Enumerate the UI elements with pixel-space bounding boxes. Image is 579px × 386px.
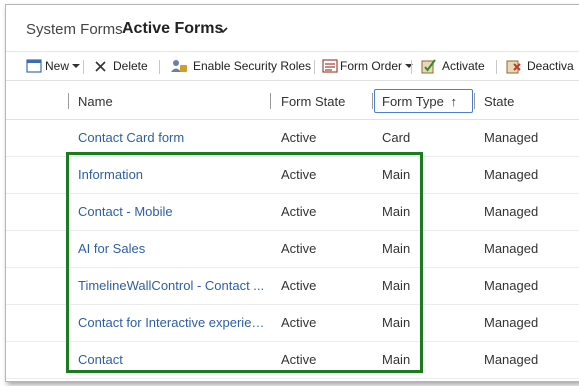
- page-header: System Forms Active Forms: [6, 5, 579, 52]
- deactivate-button[interactable]: Deactiva: [505, 52, 574, 80]
- column-header-form-type[interactable]: Form Type ↑: [382, 94, 457, 109]
- form-order-label: Form Order: [340, 59, 403, 73]
- column-divider[interactable]: [372, 93, 373, 109]
- chevron-down-icon[interactable]: [218, 25, 228, 35]
- row-form-state: Active: [281, 130, 317, 145]
- form-order-icon: [322, 59, 338, 73]
- close-x-icon: [95, 60, 106, 72]
- enable-security-roles-label: Enable Security Roles: [193, 59, 312, 73]
- caret-down-icon: [72, 64, 81, 68]
- sort-ascending-icon: ↑: [450, 94, 458, 109]
- activate-icon: [421, 59, 436, 74]
- activate-label: Activate: [442, 59, 485, 73]
- new-button-label: New: [45, 59, 70, 73]
- enable-security-roles-button[interactable]: Enable Security Roles: [170, 52, 311, 80]
- row-form-type: Card: [382, 130, 411, 145]
- row-state: Managed: [484, 241, 539, 256]
- deactivate-label: Deactiva: [527, 59, 574, 73]
- delete-button[interactable]: Delete: [94, 52, 148, 80]
- row-state: Managed: [484, 278, 539, 293]
- forms-window: System Forms Active Forms New Delete Ena…: [5, 4, 579, 382]
- view-selector-title[interactable]: Active Forms: [122, 20, 223, 38]
- row-state: Managed: [484, 130, 539, 145]
- column-header-form-state[interactable]: Form State: [281, 94, 345, 109]
- row-state: Managed: [484, 167, 539, 182]
- column-divider[interactable]: [270, 93, 271, 109]
- column-divider[interactable]: [68, 93, 69, 109]
- column-header-state[interactable]: State: [484, 94, 514, 109]
- row-state: Managed: [484, 204, 539, 219]
- deactivate-icon: [506, 60, 521, 74]
- row-name-link[interactable]: Contact Card form: [78, 130, 270, 145]
- column-header-form-type-label: Form Type: [382, 94, 444, 109]
- column-divider[interactable]: [474, 93, 475, 109]
- command-separator: [159, 60, 160, 74]
- form-order-button[interactable]: Form Order: [322, 52, 414, 80]
- row-state: Managed: [484, 352, 539, 367]
- column-header-name[interactable]: Name: [78, 94, 113, 109]
- highlight-annotation-box: [66, 152, 423, 373]
- command-separator: [411, 60, 412, 74]
- breadcrumb-system-forms[interactable]: System Forms: [26, 21, 123, 38]
- row-state: Managed: [484, 315, 539, 330]
- delete-button-label: Delete: [113, 59, 148, 73]
- new-button[interactable]: New: [26, 52, 81, 80]
- command-separator: [496, 60, 497, 74]
- grid-header: Name Form State Form Type ↑ State: [6, 81, 579, 120]
- activate-button[interactable]: Activate: [420, 52, 485, 80]
- command-separator: [83, 60, 84, 74]
- command-bar: New Delete Enable Security Roles Form Or…: [6, 52, 579, 81]
- new-form-icon: [26, 59, 42, 73]
- security-roles-icon: [171, 60, 187, 72]
- command-separator: [314, 60, 315, 74]
